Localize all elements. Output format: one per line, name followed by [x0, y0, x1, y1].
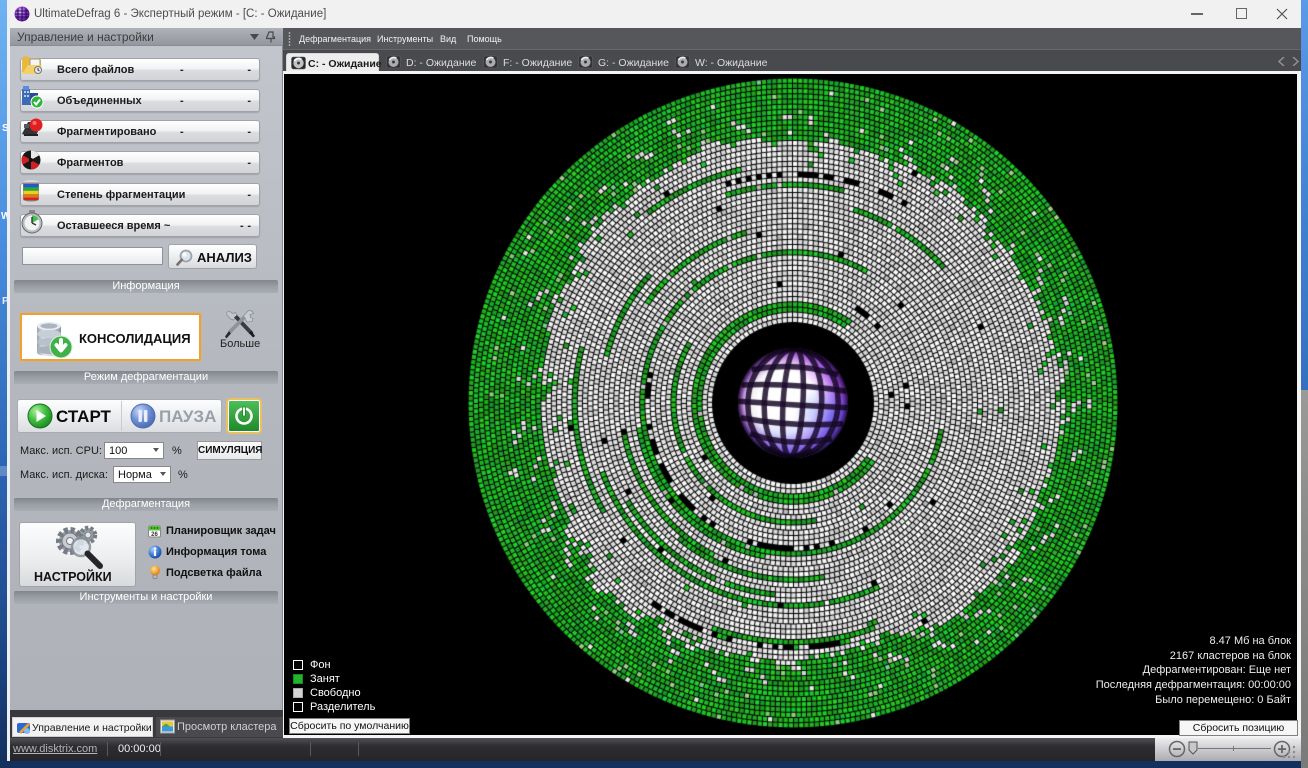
svg-text:26: 26 — [151, 532, 158, 538]
